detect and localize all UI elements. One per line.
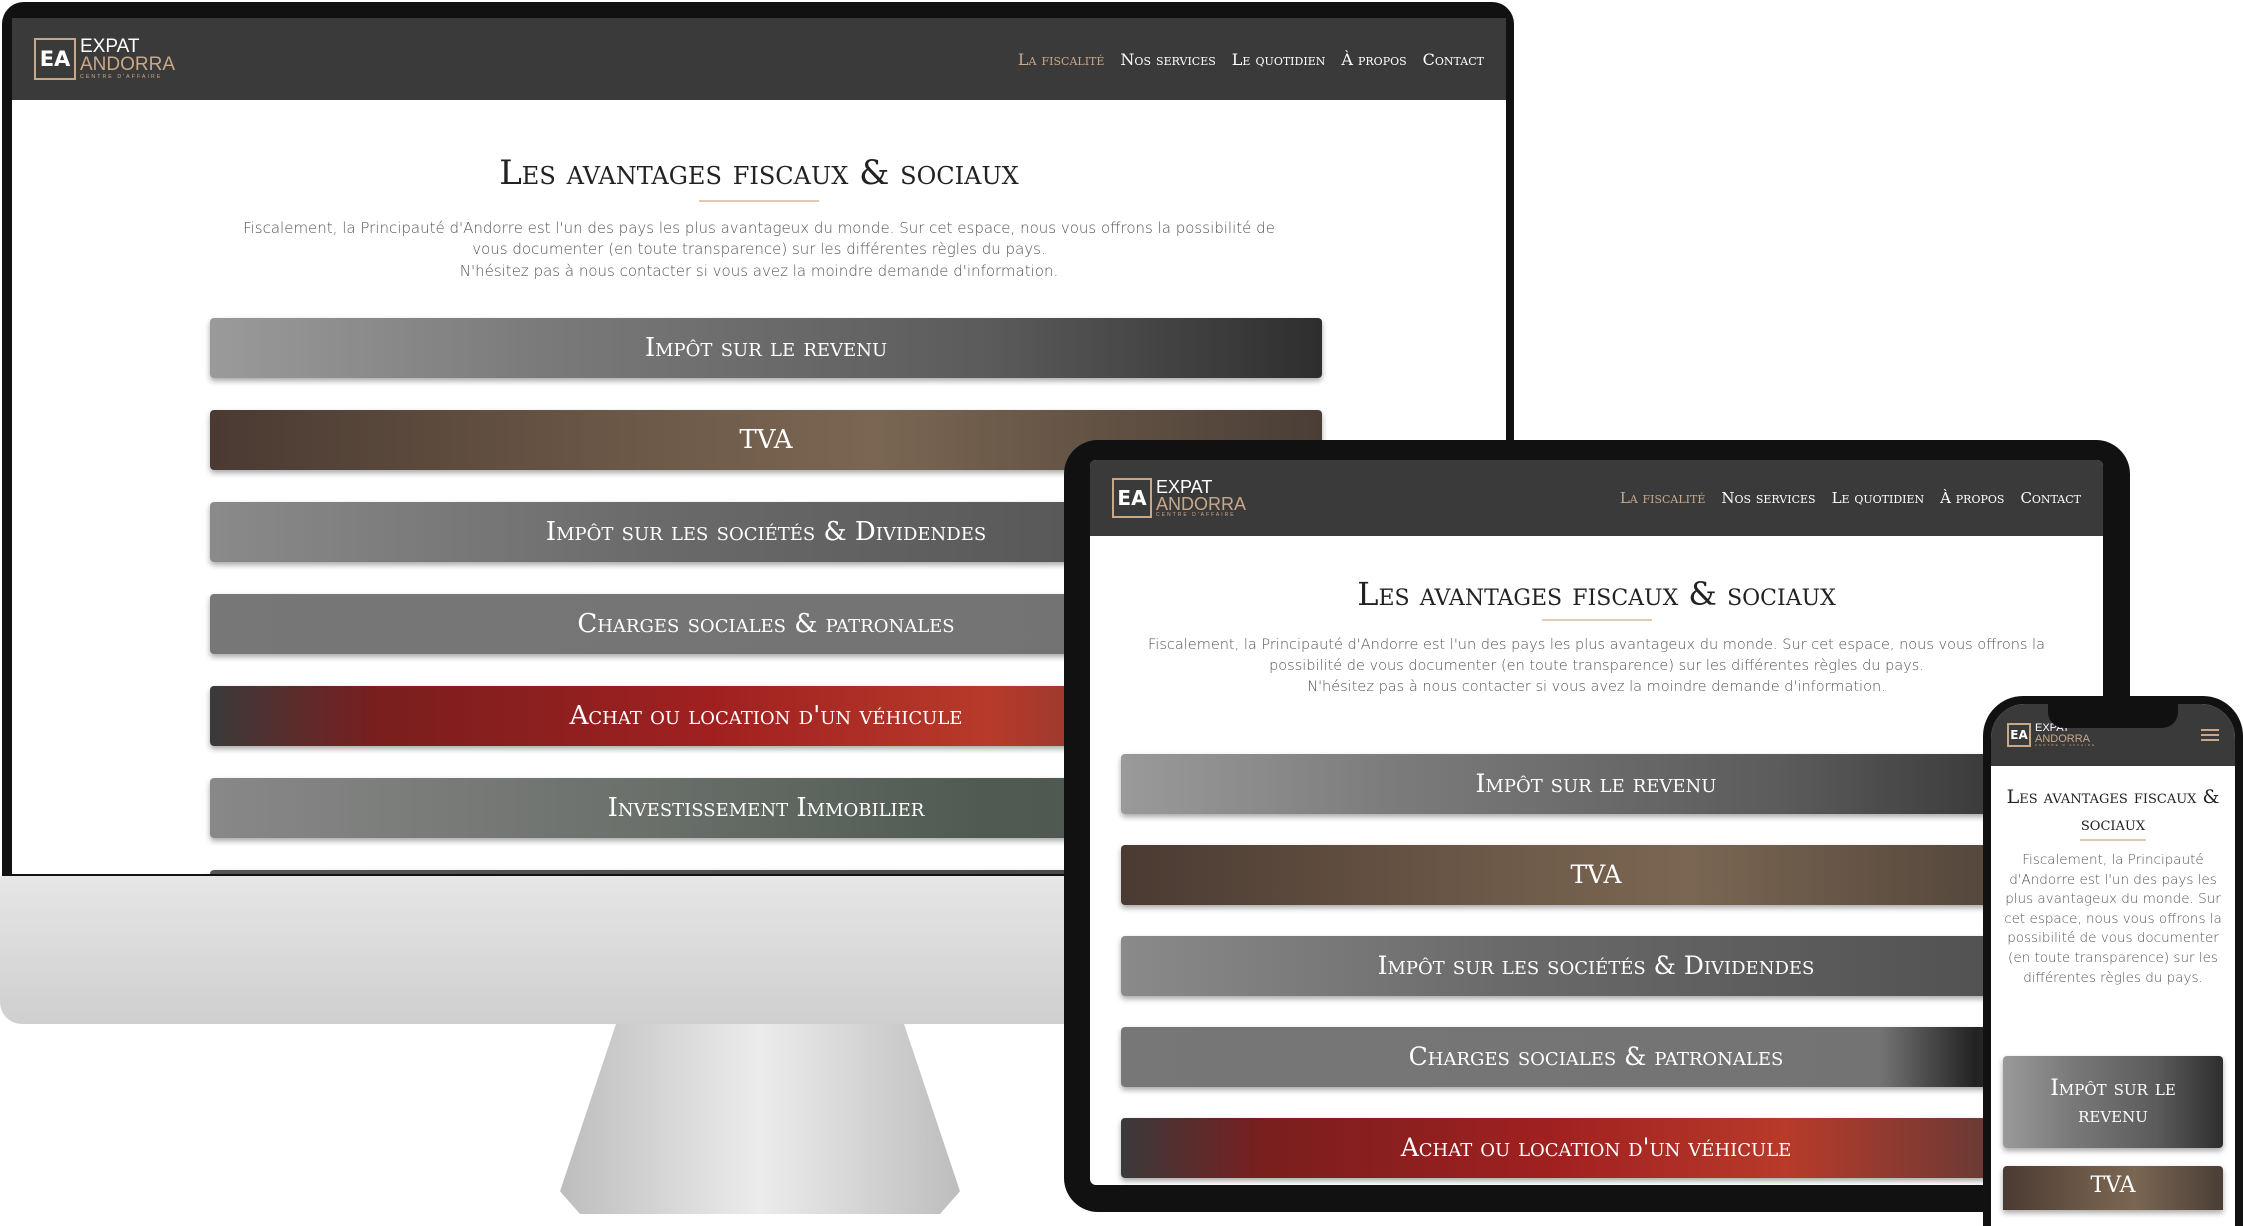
logo-tagline: CENTRE D'AFFAIRE xyxy=(80,73,163,80)
topic-label: Impôt sur le revenu xyxy=(644,332,888,363)
nav-link-1[interactable]: Nos services xyxy=(1120,50,1215,69)
title-underline xyxy=(1541,618,1652,621)
topic-list: Impôt sur le revenu TVA Impôt sur les soci… xyxy=(1121,754,2071,1178)
topic-bar-1[interactable]: TVA xyxy=(1121,845,2071,905)
topic-label: Impôt sur les sociétés & Dividendes xyxy=(1377,951,1815,981)
nav-link-4[interactable]: Contact xyxy=(1423,50,1484,69)
intro-text: Fiscalement, la Principauté d'Andorre es… xyxy=(2004,852,2222,986)
topic-label: Investissement Immobilier xyxy=(607,792,925,823)
topic-label: TVA xyxy=(739,424,793,455)
logo[interactable]: EA EXPAT ANDORRA CENTRE D'AFFAIRE xyxy=(34,37,176,80)
logo-text: EXPAT ANDORRA CENTRE D'AFFAIRE xyxy=(80,37,176,80)
phone-screen: EA EXPAT ANDORRA CENTRE D'AFFAIRE Les av… xyxy=(1991,704,2235,1226)
site-header: EA EXPAT ANDORRA CENTRE D'AFFAIRE La fis… xyxy=(12,18,1506,100)
topic-bar-1[interactable]: TVA xyxy=(2003,1166,2223,1210)
nav-link-3[interactable]: À propos xyxy=(1341,50,1406,69)
logo[interactable]: EA EXPAT ANDORRA CENTRE D'AFFAIRE xyxy=(1112,477,1247,518)
nav-link-0[interactable]: La fiscalité xyxy=(1620,489,1706,507)
topic-bar-4[interactable]: Achat ou location d'un véhicule xyxy=(1121,1118,2071,1178)
nav-link-3[interactable]: À propos xyxy=(1940,489,2004,507)
page-title: Les avantages fiscaux & sociaux xyxy=(499,153,1019,193)
topic-label: Impôt sur le revenu xyxy=(2050,1075,2176,1129)
title-underline xyxy=(699,199,819,202)
main-nav: La fiscalité Nos services Le quotidien À pr… xyxy=(1018,50,1484,69)
logo-mark: EA xyxy=(2007,723,2031,747)
nav-link-2[interactable]: Le quotidien xyxy=(1832,489,1925,507)
phone-notch xyxy=(2048,702,2178,728)
logo-tagline: CENTRE D'AFFAIRE xyxy=(2035,742,2097,747)
topic-label: Charges sociales & patronales xyxy=(1408,1042,1784,1072)
topic-bar-0[interactable]: Impôt sur le revenu xyxy=(210,318,1322,378)
topic-bar-2[interactable]: Impôt sur les sociétés & Dividendes xyxy=(1121,936,2071,996)
monitor-stand xyxy=(560,1024,960,1214)
topic-label: Impôt sur le revenu xyxy=(1475,769,1717,799)
logo-tagline: CENTRE D'AFFAIRE xyxy=(1156,511,1236,518)
page-title: Les avantages fiscaux & sociaux xyxy=(2006,786,2220,835)
nav-link-4[interactable]: Contact xyxy=(2020,489,2081,507)
page-content: Les avantages fiscaux & sociaux Fiscalem… xyxy=(1090,572,2103,698)
topic-label: Achat ou location d'un véhicule xyxy=(1400,1133,1792,1163)
intro-text: Fiscalement, la Principauté d'Andorre es… xyxy=(1148,636,2045,674)
topic-label: Charges sociales & patronales xyxy=(577,608,955,639)
title-underline xyxy=(2080,839,2146,842)
intro-text-contact: N'hésitez pas à nous contacter si vous a… xyxy=(459,262,1059,281)
topic-label: Achat ou location d'un véhicule xyxy=(569,700,963,731)
page-content: Les avantages fiscaux & sociaux Fiscalem… xyxy=(12,150,1506,283)
topic-label: TVA xyxy=(1570,860,1622,890)
logo-mark: EA xyxy=(1112,478,1152,518)
nav-link-1[interactable]: Nos services xyxy=(1721,489,1815,507)
topic-label: Impôt sur les sociétés & Dividendes xyxy=(545,516,987,547)
hamburger-icon[interactable] xyxy=(2201,729,2219,741)
logo-line2: ANDORRA xyxy=(80,54,176,76)
logo-text: EXPAT ANDORRA CENTRE D'AFFAIRE xyxy=(1156,477,1247,518)
page-content: Les avantages fiscaux & sociaux Fiscalem… xyxy=(1991,784,2235,988)
nav-link-2[interactable]: Le quotidien xyxy=(1232,50,1326,69)
main-nav: La fiscalité Nos services Le quotidien À pr… xyxy=(1620,489,2081,507)
intro-text: Fiscalement, la Principauté d'Andorre es… xyxy=(243,218,1275,259)
topic-bar-0[interactable]: Impôt sur le revenu xyxy=(2003,1056,2223,1148)
topic-bar-0[interactable]: Impôt sur le revenu xyxy=(1121,754,2071,814)
site-header: EA EXPAT ANDORRA CENTRE D'AFFAIRE La fis… xyxy=(1090,460,2103,536)
logo-mark: EA xyxy=(34,38,76,80)
logo-line2: ANDORRA xyxy=(1156,493,1247,514)
topic-bar-3[interactable]: Charges sociales & patronales xyxy=(1121,1027,2071,1087)
topic-list: Impôt sur le revenu TVA xyxy=(2003,1056,2223,1210)
topic-label: TVA xyxy=(2090,1173,2136,1198)
page-title: Les avantages fiscaux & sociaux xyxy=(1357,575,1836,613)
phone-device: EA EXPAT ANDORRA CENTRE D'AFFAIRE Les av… xyxy=(1983,696,2243,1226)
tablet-screen: EA EXPAT ANDORRA CENTRE D'AFFAIRE La fis… xyxy=(1090,460,2103,1185)
nav-link-0[interactable]: La fiscalité xyxy=(1018,50,1105,69)
tablet-device: EA EXPAT ANDORRA CENTRE D'AFFAIRE La fis… xyxy=(1064,440,2130,1212)
intro-text-contact: N'hésitez pas à nous contacter si vous a… xyxy=(1307,678,1886,695)
